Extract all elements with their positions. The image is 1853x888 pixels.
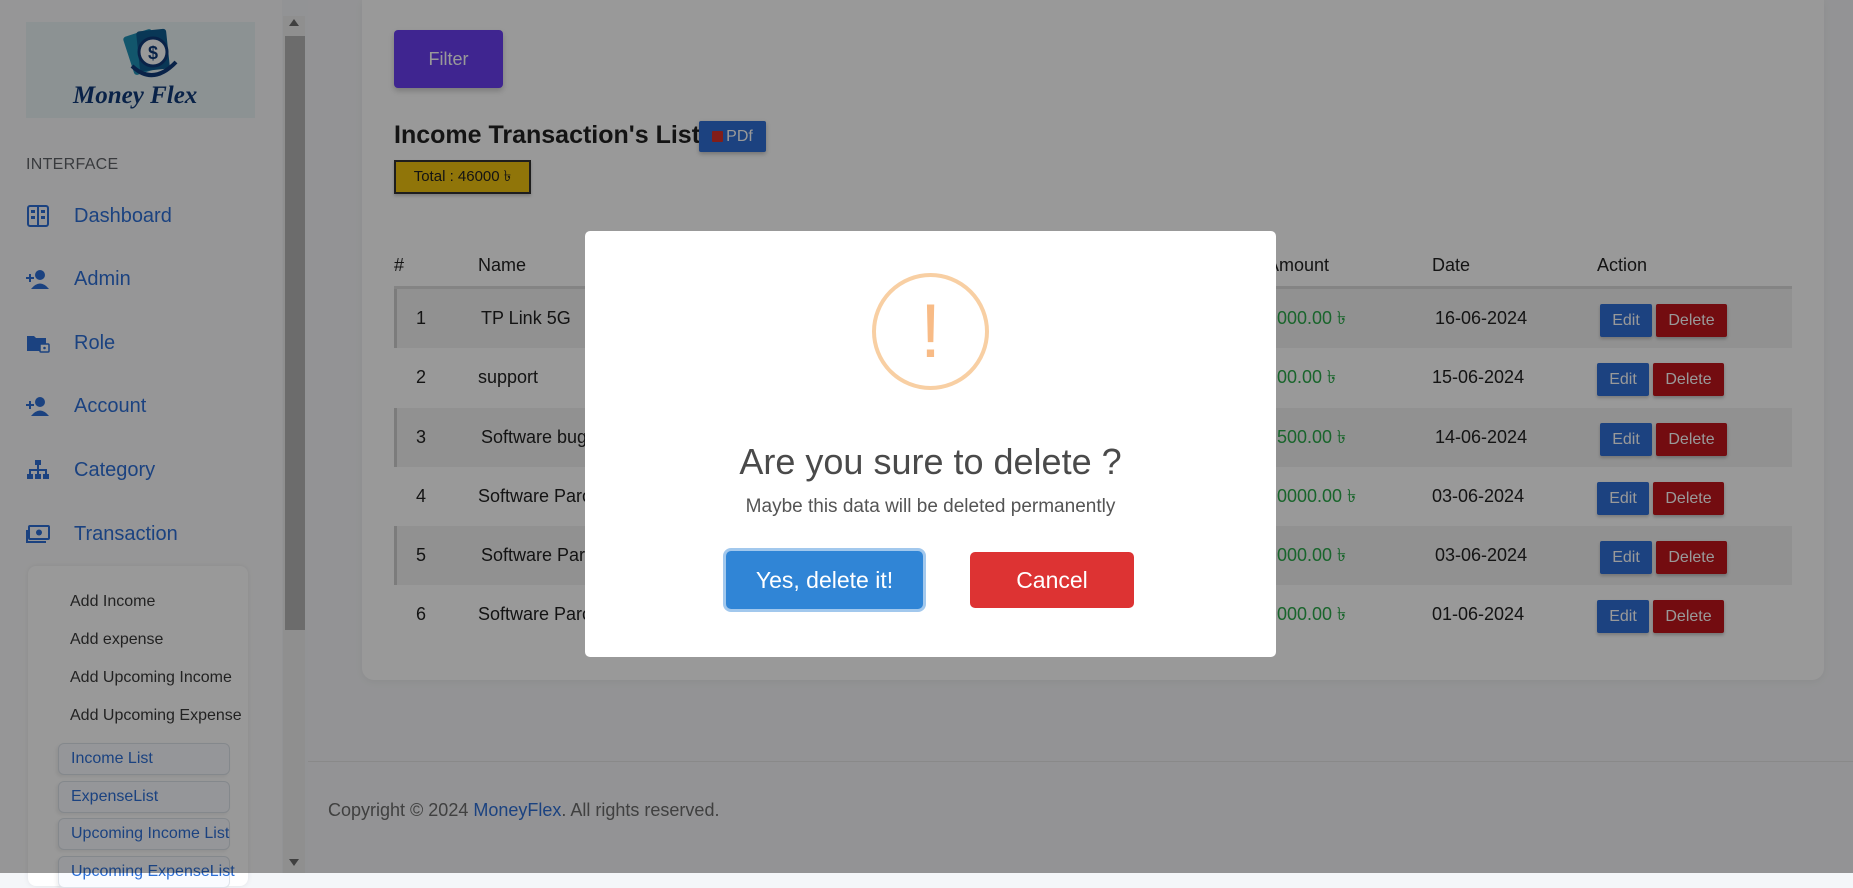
warning-icon: ! xyxy=(872,273,989,390)
confirm-delete-button[interactable]: Yes, delete it! xyxy=(726,551,923,609)
delete-confirm-dialog: ! Are you sure to delete ? Maybe this da… xyxy=(585,231,1276,657)
dialog-text: Maybe this data will be deleted permanen… xyxy=(745,496,1116,517)
warning-symbol: ! xyxy=(919,289,942,374)
dialog-title: Are you sure to delete ? xyxy=(739,441,1122,482)
cancel-button[interactable]: Cancel xyxy=(970,552,1134,608)
